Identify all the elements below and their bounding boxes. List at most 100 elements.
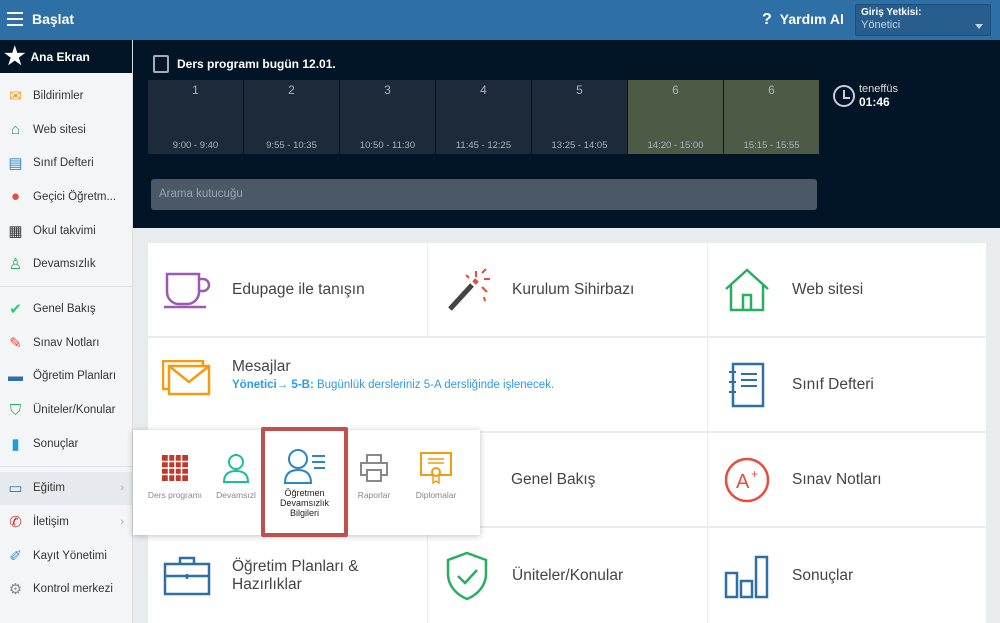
break-label: teneffüs bbox=[859, 83, 898, 95]
app-title[interactable]: Başlat bbox=[32, 11, 74, 27]
tile-label: Sınav Notları bbox=[792, 470, 882, 488]
lesson-slot[interactable]: 6 14:20 - 15:00 bbox=[628, 80, 723, 154]
sidebar-item-label: Genel Bakış bbox=[33, 302, 96, 315]
pen-icon: ✐ bbox=[9, 547, 22, 565]
submenu-label: Raporlar bbox=[357, 490, 391, 500]
lesson-number: 1 bbox=[192, 83, 199, 97]
person-icon: ● bbox=[10, 188, 21, 206]
tile-label: Sınıf Defteri bbox=[792, 375, 874, 393]
message-text: Bugünlük dersleriniz 5-A dersliğinde işl… bbox=[313, 379, 555, 391]
tile-results[interactable]: Sonuçlar bbox=[708, 528, 986, 623]
lesson-slot[interactable]: 6 15:15 - 15:55 bbox=[724, 80, 819, 154]
lesson-number: 3 bbox=[384, 83, 391, 97]
envelope-icon: ✉ bbox=[9, 87, 22, 105]
diploma-icon bbox=[400, 450, 472, 486]
lesson-slot[interactable]: 4 11:45 - 12:25 bbox=[436, 80, 531, 154]
chevron-down-icon bbox=[975, 24, 983, 33]
tile-wizard[interactable]: Kurulum Sihirbazı bbox=[428, 243, 707, 336]
chevron-right-icon: › bbox=[120, 482, 124, 495]
sidebar-item[interactable]: ✐ Kayıt Yönetimi bbox=[0, 539, 132, 573]
sidebar-item-label: Üniteler/Konular bbox=[33, 404, 116, 417]
sidebar-item[interactable]: ✉ Bildirimler bbox=[0, 79, 132, 113]
sidebar-item[interactable]: ⛉ Üniteler/Konular bbox=[0, 393, 132, 427]
sidebar-item[interactable]: ▬ Öğretim Planları bbox=[0, 360, 132, 394]
schedule-title: Ders programı bugün 12.01. bbox=[177, 57, 336, 71]
tile-label: Web sitesi bbox=[792, 280, 864, 298]
tile-label: Genel Bakış bbox=[511, 470, 596, 488]
house-icon: ⌂ bbox=[10, 121, 21, 139]
sidebar-item-label: Devamsızlık bbox=[33, 258, 96, 271]
lesson-slot[interactable]: 3 10:50 - 11:30 bbox=[340, 80, 435, 154]
sidebar-item-label: Geçici Öğretm... bbox=[33, 190, 117, 203]
tile-label: Kurulum Sihirbazı bbox=[512, 280, 635, 298]
check-circle-icon: ✔ bbox=[9, 300, 22, 318]
lesson-number: 2 bbox=[288, 83, 295, 97]
message-preview[interactable]: Yönetici→ 5-B: Bugünlük dersleriniz 5-A … bbox=[232, 379, 554, 391]
sidebar-item-home[interactable]: ★ Ana Ekran bbox=[0, 40, 132, 73]
search-input[interactable]: Arama kutucuğu bbox=[151, 179, 817, 210]
schedule-panel: Ders programı bugün 12.01. 1 9:00 - 9:40 2… bbox=[133, 40, 1000, 228]
menu-icon[interactable] bbox=[7, 12, 23, 26]
gear-icon: ⚙ bbox=[8, 581, 23, 599]
sidebar-item[interactable]: ⚙ Kontrol merkezi bbox=[0, 573, 132, 607]
submenu-item-teacher-absence[interactable]: Öğretmen Devamsızlık Bilgileri bbox=[261, 427, 348, 537]
tile-website[interactable]: Web sitesi bbox=[708, 243, 986, 336]
submenu-item-schedule[interactable]: Ders programı bbox=[139, 430, 211, 535]
sidebar-item[interactable]: ▤ Sınıf Defteri bbox=[0, 146, 132, 180]
tile-plans[interactable]: Öğretim Planları & Hazırlıklar bbox=[148, 528, 427, 623]
clock-icon bbox=[833, 85, 855, 107]
book-icon: ▭ bbox=[8, 480, 23, 498]
sidebar-item[interactable]: ♙ Devamsızlık bbox=[0, 247, 132, 281]
shield-icon: ⛉ bbox=[9, 401, 22, 419]
shield-icon bbox=[442, 551, 492, 601]
sidebar-divider bbox=[0, 286, 132, 288]
tile-grades[interactable]: A + Sınav Notları bbox=[708, 433, 986, 526]
tile-messages[interactable]: Mesajlar Yönetici→ 5-B: Bugünlük dersleri… bbox=[148, 338, 707, 431]
chevron-right-icon: › bbox=[120, 516, 124, 529]
submenu-item-diplomas[interactable]: Diplomalar bbox=[400, 430, 472, 535]
lesson-slot[interactable]: 5 13:25 - 14:05 bbox=[532, 80, 627, 154]
tile-intro[interactable]: Edupage ile tanışın bbox=[148, 243, 427, 336]
submenu-item-reports[interactable]: Raporlar bbox=[348, 430, 400, 535]
tile-classbook[interactable]: Sınıf Defteri bbox=[708, 338, 986, 431]
lesson-slots: 1 9:00 - 9:40 2 9:55 - 10:35 3 10:50 - 11:30 4… bbox=[148, 80, 820, 154]
printer-icon bbox=[348, 450, 400, 486]
education-submenu: Ders programı Devamsızl Öğretmen Devamsı… bbox=[133, 427, 480, 537]
sidebar-item[interactable]: ✎ Sınav Notları bbox=[0, 326, 132, 360]
person-icon bbox=[211, 450, 261, 486]
house-icon bbox=[722, 265, 772, 315]
sidebar-item-label: Bildirimler bbox=[33, 89, 84, 102]
sidebar-item[interactable]: ▦ Okul takvimi bbox=[0, 214, 132, 248]
sidebar-item[interactable]: ⌂ Web sitesi bbox=[0, 113, 132, 147]
sidebar-item[interactable]: ▮ Sonuçlar bbox=[0, 427, 132, 461]
lesson-time: 10:50 - 11:30 bbox=[359, 140, 416, 151]
sidebar-item-label: Web sitesi bbox=[33, 123, 86, 136]
grade-icon: ✎ bbox=[9, 334, 22, 352]
message-sender: Yönetici→ 5-B: bbox=[232, 379, 314, 391]
lesson-time: 9:55 - 10:35 bbox=[266, 140, 317, 151]
sidebar-item-label: Kayıt Yönetimi bbox=[33, 549, 107, 562]
lesson-slot[interactable]: 1 9:00 - 9:40 bbox=[148, 80, 243, 154]
sidebar-item-label: Öğretim Planları bbox=[33, 370, 117, 383]
lesson-time: 15:15 - 15:55 bbox=[743, 140, 800, 151]
lesson-slot[interactable]: 2 9:55 - 10:35 bbox=[244, 80, 339, 154]
sidebar-item[interactable]: ✆ İletişim › bbox=[0, 505, 132, 539]
magic-wand-icon bbox=[442, 265, 492, 315]
submenu-item-attendance[interactable]: Devamsızl bbox=[211, 430, 261, 535]
sidebar-item[interactable]: ✔ Genel Bakış bbox=[0, 292, 132, 326]
top-bar: Başlat ? Yardım Al Giriş Yetkisi: Yönetic… bbox=[0, 0, 1000, 40]
sidebar-item[interactable]: ● Geçici Öğretm... bbox=[0, 180, 132, 214]
lesson-time: 13:25 - 14:05 bbox=[551, 140, 608, 151]
help-label: Yardım Al bbox=[779, 11, 844, 27]
help-button[interactable]: ? Yardım Al bbox=[762, 11, 844, 29]
role-select[interactable]: Giriş Yetkisi: Yönetici bbox=[855, 4, 991, 36]
sidebar-item[interactable]: ▭ Eğitim › bbox=[0, 471, 132, 506]
envelope-icon bbox=[162, 358, 212, 398]
lesson-number: 6 bbox=[672, 83, 679, 97]
tile-label: Sonuçlar bbox=[792, 566, 854, 584]
tile-topics[interactable]: Üniteler/Konular bbox=[428, 528, 707, 623]
calendar-icon: ▦ bbox=[8, 222, 23, 240]
submenu-label: Devamsızl bbox=[216, 490, 256, 500]
lesson-time: 9:00 - 9:40 bbox=[172, 140, 219, 151]
break-timer: teneffüs 01:46 bbox=[833, 83, 898, 109]
